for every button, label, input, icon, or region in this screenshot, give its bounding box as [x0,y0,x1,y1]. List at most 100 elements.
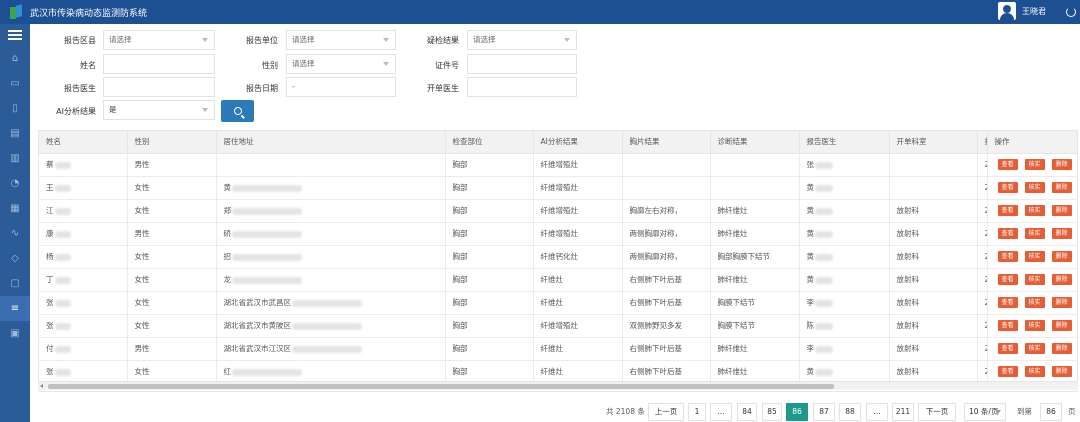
monitor-icon[interactable]: ▭ [0,71,30,96]
bar-chart-icon[interactable]: ▥ [0,146,30,171]
view-button[interactable]: 查看 [997,251,1018,262]
cell-xray: 右侧肺下叶后基 [622,360,711,384]
table-row[interactable]: 张女性湖北省武汉市黄陂区胸部纤维增殖灶双侧肺野见多发胸膜下结节陈放射科2查看核实… [39,314,1077,338]
verify-button[interactable]: 核实 [1024,228,1045,239]
page-button[interactable]: 85 [762,403,782,421]
file-icon[interactable]: ▯ [0,96,30,121]
report-doctor-input[interactable] [103,77,215,97]
delete-button[interactable]: 删除 [1051,366,1072,377]
page-button[interactable]: 1 [688,403,706,421]
cell-actions: 查看 核实 删除 [987,291,1077,315]
cell-address: 黄 [216,176,446,200]
id-number-input[interactable] [467,54,577,74]
verify-button[interactable]: 核实 [1024,297,1045,308]
scroll-left-icon[interactable] [40,384,43,388]
page-button[interactable]: 87 [813,403,835,421]
map-icon[interactable]: ◇ [0,246,30,271]
verify-button[interactable]: 核实 [1024,320,1045,331]
report-date-range[interactable]: - [286,77,396,97]
prev-page-button[interactable]: 上一页 [648,403,684,421]
line-chart-icon[interactable]: ∿ [0,221,30,246]
cell-name: 张 [39,360,128,384]
delete-button[interactable]: 删除 [1051,228,1072,239]
table-row[interactable]: 康男性硚胸部纤维增殖灶两侧胸廓对称，肺纤维灶黄放射科2查看核实删除 [39,222,1077,246]
table-row[interactable]: 杨女性招胸部纤维钙化灶两侧胸廓对称，胸部胸膜下结节黄放射科2查看核实删除 [39,245,1077,269]
goto-page-input[interactable]: 86 [1040,403,1062,421]
verify-button[interactable]: 核实 [1024,159,1045,170]
delete-button[interactable]: 删除 [1051,159,1072,170]
view-button[interactable]: 查看 [997,343,1018,354]
gender-select[interactable]: 请选择 [286,54,396,74]
delete-button[interactable]: 删除 [1051,297,1072,308]
cell-text: 女性 [134,252,150,261]
redacted-text [232,368,302,376]
logout-icon[interactable] [1066,7,1076,17]
table-row[interactable]: 张女性红胸部纤维灶右侧肺下叶后基肺纤维灶黄放射科2查看核实删除 [39,360,1077,384]
table-row[interactable]: 王女性黄胸部纤维增殖灶黄2查看核实删除 [39,176,1077,200]
page-size-select[interactable]: 10 条/页 [964,403,1006,421]
pie-chart-icon[interactable]: ◔ [0,171,30,196]
delete-button[interactable]: 删除 [1051,343,1072,354]
view-button[interactable]: 查看 [997,159,1018,170]
cell-text: 胸膜下结节 [717,321,756,330]
view-button[interactable]: 查看 [997,297,1018,308]
user-menu[interactable]: 王晓君 [998,2,1046,20]
delete-button[interactable]: 删除 [1051,205,1072,216]
redacted-text [232,207,302,215]
cell-text: 胸廓左右对称， [629,206,683,215]
view-button[interactable]: 查看 [997,366,1018,377]
ai-result-select[interactable]: 是 [103,100,215,120]
verify-button[interactable]: 核实 [1024,343,1045,354]
view-button[interactable]: 查看 [997,228,1018,239]
horizontal-scrollbar[interactable] [38,381,1078,390]
goto-label: 到第 [1017,407,1032,416]
redacted-text [54,276,71,284]
cell-text: 湖北省武汉市江汉区 [223,344,292,353]
table-row[interactable]: 付男性湖北省武汉市江汉区胸部纤维灶右侧肺下叶后基肺纤维灶李放射科2查看核实删除 [39,337,1077,361]
table-row[interactable]: 张女性湖北省武汉市武昌区胸部纤维灶右侧肺下叶后基胸膜下结节李放射科2查看核实删除 [39,291,1077,315]
view-button[interactable]: 查看 [997,274,1018,285]
list-icon[interactable]: ≡ [0,296,30,321]
page-button[interactable]: 84 [737,403,757,421]
view-button[interactable]: 查看 [997,182,1018,193]
order-doctor-input[interactable] [467,77,577,97]
delete-button[interactable]: 删除 [1051,320,1072,331]
delete-button[interactable]: 删除 [1051,182,1072,193]
verify-button[interactable]: 核实 [1024,274,1045,285]
table-row[interactable]: 丁女性龙胸部纤维灶右侧肺下叶后基肺纤维灶黄放射科2查看核实删除 [39,268,1077,292]
settings-icon[interactable]: ▣ [0,321,30,346]
delete-button[interactable]: 删除 [1051,274,1072,285]
cell-part: 胸部 [445,245,534,269]
verify-button[interactable]: 核实 [1024,366,1045,377]
calendar-icon[interactable]: ▦ [0,196,30,221]
scrollbar-thumb[interactable] [48,384,834,389]
table-row[interactable]: 江女性郑胸部纤维增殖灶胸廓左右对称，肺纤维灶黄放射科2查看核实删除 [39,199,1077,223]
user-name[interactable]: 王晓君 [1022,6,1046,17]
cell-diagnosis: 胸膜下结节 [710,291,800,315]
column-header: 检查部位 [445,131,534,154]
page-button[interactable]: 86 [786,403,808,421]
page-button[interactable]: 211 [892,403,914,421]
cell-text: 纤维增殖灶 [540,183,579,192]
verify-button[interactable]: 核实 [1024,182,1045,193]
verify-button[interactable]: 核实 [1024,205,1045,216]
menu-icon[interactable] [0,24,30,46]
document-icon[interactable]: ▤ [0,121,30,146]
report-unit-select[interactable]: 请选择 [286,30,396,50]
view-button[interactable]: 查看 [997,205,1018,216]
exam-result-select[interactable]: 请选择 [467,30,577,50]
report-district-select[interactable]: 请选择 [103,30,215,50]
book-icon[interactable]: ▢ [0,271,30,296]
name-input[interactable] [103,54,215,74]
search-button[interactable] [221,100,254,122]
page-button[interactable]: 88 [839,403,861,421]
home-icon[interactable]: ⌂ [0,46,30,71]
next-page-button[interactable]: 下一页 [918,403,956,421]
verify-button[interactable]: 核实 [1024,251,1045,262]
table-row[interactable]: 蔡男性胸部纤维增殖灶张2查看核实删除 [39,153,1077,177]
delete-button[interactable]: 删除 [1051,251,1072,262]
view-button[interactable]: 查看 [997,320,1018,331]
cell-dept: 放射科 [889,337,978,361]
avatar[interactable] [998,2,1016,20]
cell-actions: 查看 核实 删除 [987,268,1077,292]
